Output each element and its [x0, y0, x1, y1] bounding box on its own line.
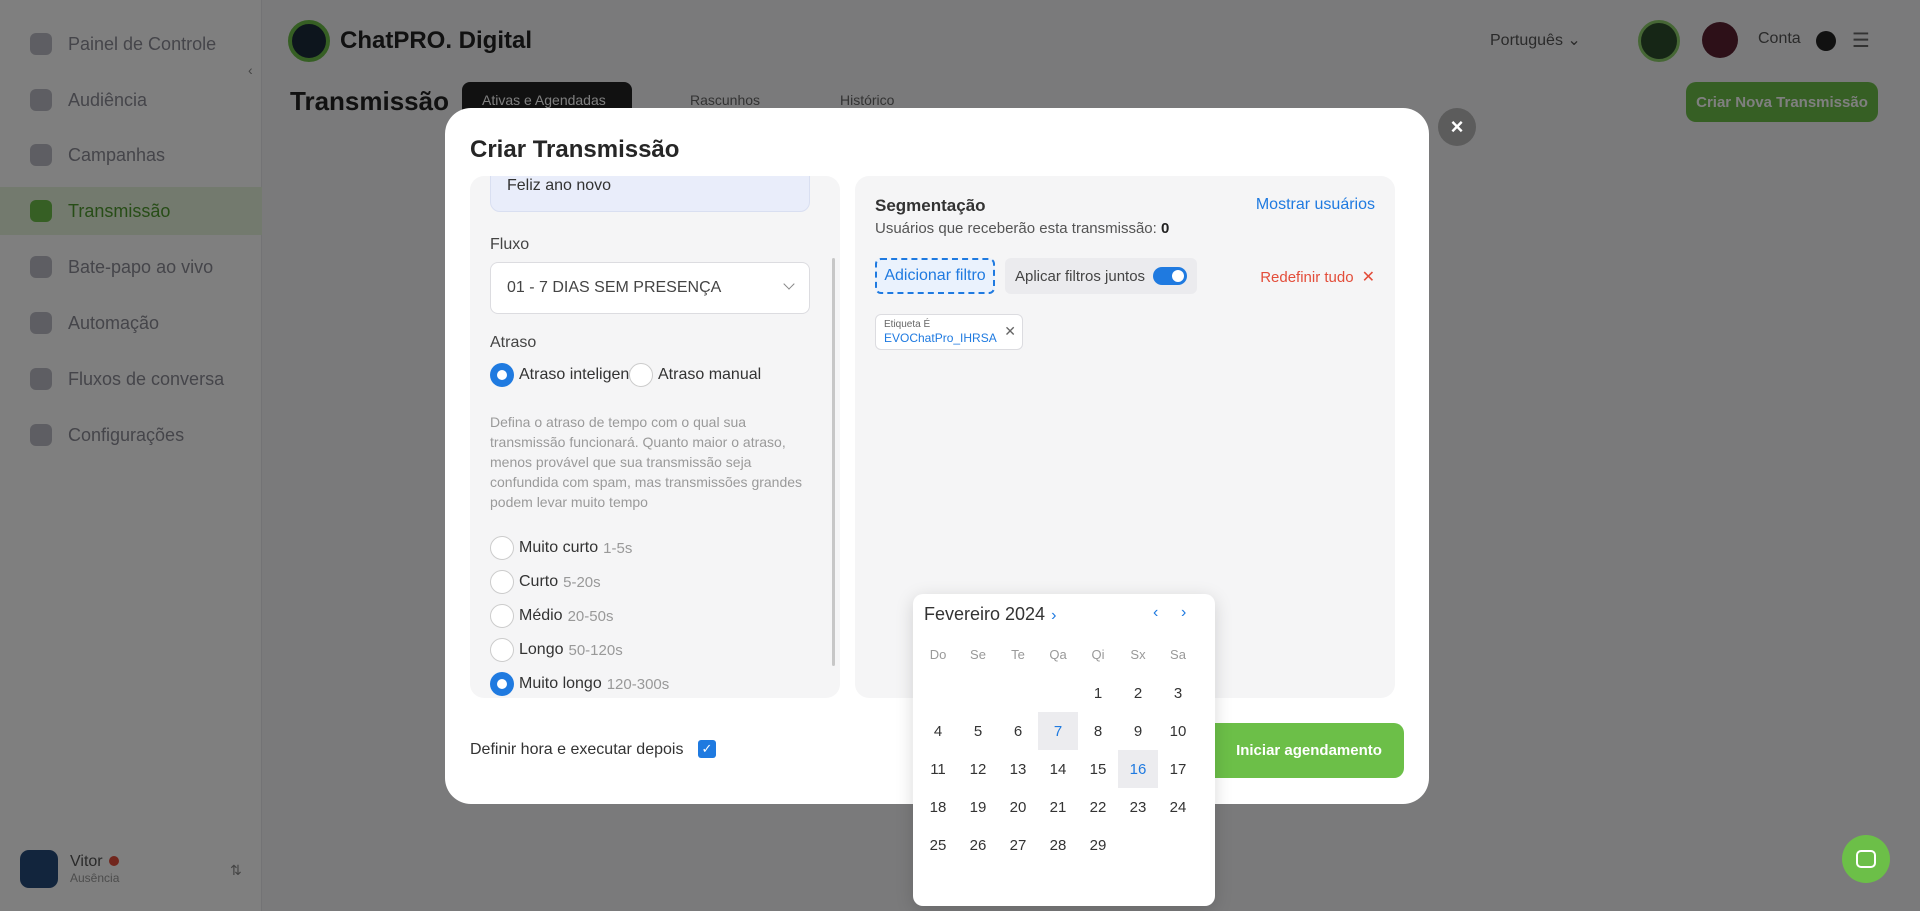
calendar-day[interactable]: 15: [1078, 750, 1118, 788]
filter-chip[interactable]: Etiqueta É EVOChatPro_IHRSA ✕: [875, 314, 1023, 350]
delay-manual-option[interactable]: Atraso manual: [629, 363, 761, 387]
calendar-day[interactable]: 9: [1118, 712, 1158, 750]
weekday-label: Sa: [1170, 646, 1186, 662]
calendar-day[interactable]: 2: [1118, 674, 1158, 712]
delay-level-very-long[interactable]: Muito longo 120-300s: [490, 672, 669, 696]
calendar-day[interactable]: 7: [1038, 712, 1078, 750]
schedule-label: Definir hora e executar depois: [470, 741, 684, 758]
close-icon[interactable]: ×: [1438, 108, 1476, 146]
radio[interactable]: [490, 604, 514, 628]
delay-level-medium[interactable]: Médio 20-50s: [490, 604, 613, 628]
calendar-day[interactable]: 17: [1158, 750, 1198, 788]
chevron-right-icon: ›: [1051, 607, 1057, 624]
calendar-day[interactable]: 13: [998, 750, 1038, 788]
show-users-link[interactable]: Mostrar usuários: [1256, 196, 1375, 214]
calendar-day[interactable]: 8: [1078, 712, 1118, 750]
broadcast-settings-panel: Feliz ano novo Fluxo 01 - 7 DIAS SEM PRE…: [470, 176, 840, 698]
calendar-day[interactable]: 12: [958, 750, 998, 788]
calendar-day[interactable]: 19: [958, 788, 998, 826]
radio[interactable]: [629, 363, 653, 387]
radio-selected[interactable]: [490, 672, 514, 696]
calendar-day[interactable]: 28: [1038, 826, 1078, 864]
close-icon: ✕: [1361, 269, 1375, 286]
prev-month-icon[interactable]: ‹: [1153, 604, 1158, 622]
calendar-day[interactable]: 3: [1158, 674, 1198, 712]
schedule-checkbox[interactable]: ✓: [698, 740, 716, 758]
calendar-day[interactable]: 29: [1078, 826, 1118, 864]
filter-category: Etiqueta: [884, 319, 921, 330]
calendar-day[interactable]: 5: [958, 712, 998, 750]
flow-select[interactable]: 01 - 7 DIAS SEM PRESENÇA: [490, 262, 810, 314]
delay-level-very-short[interactable]: Muito curto 1-5s: [490, 536, 632, 560]
filter-value: EVOChatPro_IHRSA: [884, 331, 997, 345]
filter-operator: É: [923, 319, 931, 330]
calendar-day[interactable]: 4: [918, 712, 958, 750]
add-filter-button[interactable]: Adicionar filtro: [875, 258, 995, 294]
calendar-day[interactable]: 16: [1118, 750, 1158, 788]
segmentation-title: Segmentação: [875, 196, 986, 215]
message-preview[interactable]: Feliz ano novo: [490, 176, 810, 212]
flow-select-value: 01 - 7 DIAS SEM PRESENÇA: [507, 279, 722, 296]
radio[interactable]: [490, 536, 514, 560]
calendar-day[interactable]: 25: [918, 826, 958, 864]
next-month-icon[interactable]: ›: [1181, 604, 1186, 622]
weekday-label: Qi: [1091, 646, 1105, 662]
delay-label: Atraso: [490, 334, 537, 351]
delay-level-long[interactable]: Longo 50-120s: [490, 638, 623, 662]
apply-filters-together[interactable]: Aplicar filtros juntos: [1005, 258, 1197, 294]
reset-all-button[interactable]: Redefinir tudo ✕: [1260, 267, 1375, 287]
flow-label: Fluxo: [490, 236, 530, 253]
modal-title: Criar Transmissão: [470, 136, 680, 163]
radio-selected[interactable]: [490, 363, 514, 387]
calendar-day[interactable]: 27: [998, 826, 1038, 864]
scrollbar[interactable]: [832, 258, 835, 666]
calendar-day[interactable]: 23: [1118, 788, 1158, 826]
radio[interactable]: [490, 570, 514, 594]
weekday-label: Te: [1011, 646, 1025, 662]
weekday-label: Qa: [1049, 646, 1067, 662]
calendar-day[interactable]: 20: [998, 788, 1038, 826]
weekday-label: Sx: [1130, 646, 1146, 662]
chat-icon: [1856, 850, 1876, 868]
radio[interactable]: [490, 638, 514, 662]
weekday-label: Se: [970, 646, 986, 662]
month-year-selector[interactable]: Fevereiro 2024 ›: [924, 604, 1056, 625]
delay-description: Defina o atraso de tempo com o qual sua …: [490, 414, 803, 510]
calendar-day[interactable]: 26: [958, 826, 998, 864]
calendar-day[interactable]: 24: [1158, 788, 1198, 826]
remove-filter-icon[interactable]: ✕: [1004, 323, 1016, 340]
weekday-label: Do: [929, 646, 947, 662]
calendar-day[interactable]: 21: [1038, 788, 1078, 826]
calendar-day[interactable]: 14: [1038, 750, 1078, 788]
recipients-count: Usuários que receberão esta transmissão:…: [875, 220, 1170, 237]
calendar-day[interactable]: 22: [1078, 788, 1118, 826]
calendar-day[interactable]: 18: [918, 788, 958, 826]
calendar-day[interactable]: 1: [1078, 674, 1118, 712]
delay-level-short[interactable]: Curto 5-20s: [490, 570, 601, 594]
date-picker: Fevereiro 2024 › ‹ › Do Se Te Qa Qi Sx Sa 1 2 3 4 5 6…: [913, 594, 1215, 906]
calendar-day[interactable]: 10: [1158, 712, 1198, 750]
support-chat-button[interactable]: [1842, 835, 1890, 883]
apply-filters-toggle[interactable]: [1153, 267, 1187, 285]
delay-smart-option[interactable]: Atraso inteligente: [490, 363, 643, 387]
chevron-down-icon: [783, 278, 795, 290]
calendar-day[interactable]: 11: [918, 750, 958, 788]
calendar-day[interactable]: 6: [998, 712, 1038, 750]
